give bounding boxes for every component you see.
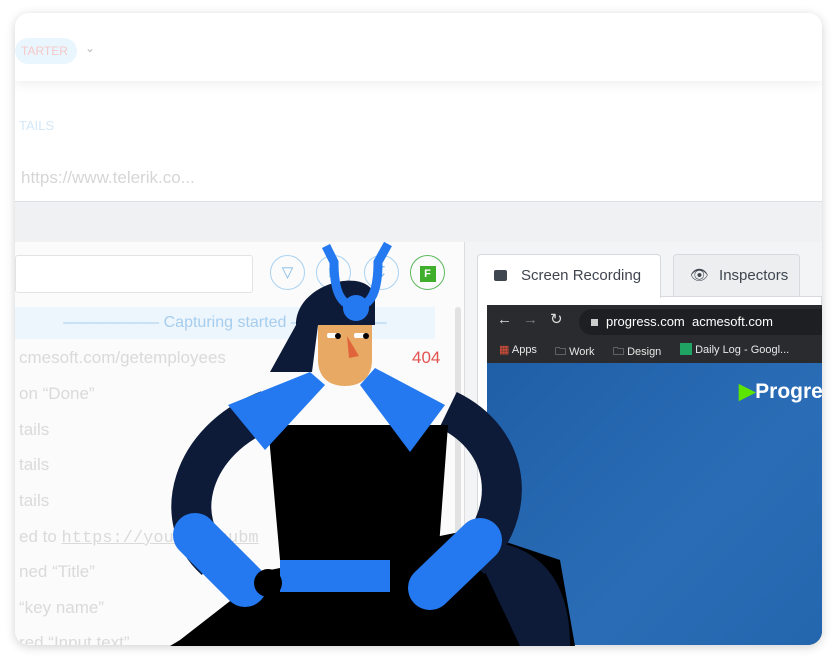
details-pane: Screen Recording 👁 Inspectors ← → ↻ progr…: [465, 242, 822, 645]
status-code: 404: [412, 348, 441, 367]
filter-icon[interactable]: ▽: [270, 255, 305, 290]
log-row[interactable]: ed to https://yout /subm: [19, 527, 259, 548]
plan-badge[interactable]: TARTER: [15, 38, 77, 64]
bookmark-apps[interactable]: ▦ Apps: [499, 343, 537, 356]
url-text: https://www.telerik.co...: [21, 168, 195, 187]
bookmark-daily-log[interactable]: Daily Log - Googl...: [680, 343, 789, 356]
reload-icon[interactable]: ↻: [550, 310, 563, 328]
sessions-pane: ▽ □ ↧ F —————— Capturing started —————— …: [15, 242, 465, 645]
top-bar: TARTER ⌄: [15, 13, 822, 81]
fiddler-icon[interactable]: F: [410, 255, 445, 290]
video-camera-icon: [494, 270, 507, 281]
log-row[interactable]: ned “Title”: [19, 562, 95, 582]
log-row[interactable]: “key name”: [19, 598, 104, 618]
log-row[interactable]: tails: [19, 491, 49, 511]
tab-screen-recording[interactable]: Screen Recording: [477, 254, 661, 298]
log-link[interactable]: /subm: [208, 529, 259, 548]
progress-logo-icon: ▶: [739, 380, 756, 403]
folder-icon: 🗀: [613, 346, 624, 358]
chevron-down-icon[interactable]: ⌄: [85, 41, 95, 55]
sheets-icon: [680, 343, 692, 355]
log-row[interactable]: red “Input text”: [19, 633, 130, 645]
log-link[interactable]: https://yout: [62, 529, 184, 548]
log-row[interactable]: tails: [19, 455, 49, 475]
forward-icon[interactable]: →: [523, 311, 538, 328]
folder-icon: 🗀: [555, 346, 566, 358]
back-icon[interactable]: ←: [497, 311, 512, 328]
recording-panel: ← → ↻ progress.com acmesoft.com ▦ Apps 🗀…: [477, 296, 822, 645]
tab-inspectors[interactable]: 👁 Inspectors: [673, 254, 800, 296]
app-window: TARTER ⌄ TAILS https://www.telerik.co...…: [15, 13, 822, 645]
search-input[interactable]: [15, 255, 253, 293]
capturing-started-banner: —————— Capturing started ——————: [15, 307, 435, 339]
bookmark-work[interactable]: 🗀 Work: [555, 343, 595, 362]
section-strip: [15, 201, 822, 242]
log-row[interactable]: tails: [19, 420, 49, 440]
eye-icon: 👁: [690, 267, 710, 284]
address-bar[interactable]: progress.com acmesoft.com: [579, 309, 822, 335]
scrollbar[interactable]: [455, 307, 461, 645]
apps-grid-icon: ▦: [499, 344, 510, 356]
log-row[interactable]: cmesoft.com/getemployees: [19, 348, 226, 368]
copy-icon[interactable]: □: [316, 255, 351, 290]
download-icon[interactable]: ↧: [364, 255, 399, 290]
bookmark-design[interactable]: 🗀 Design: [613, 343, 661, 362]
log-row[interactable]: on “Done”: [19, 384, 95, 404]
browser-recording: ← → ↻ progress.com acmesoft.com ▦ Apps 🗀…: [487, 305, 822, 645]
progress-logo: ▶Progre: [739, 380, 822, 403]
website-view: ▶Progre: [487, 363, 822, 645]
lock-icon: [591, 319, 598, 326]
details-heading: TAILS: [19, 118, 55, 133]
